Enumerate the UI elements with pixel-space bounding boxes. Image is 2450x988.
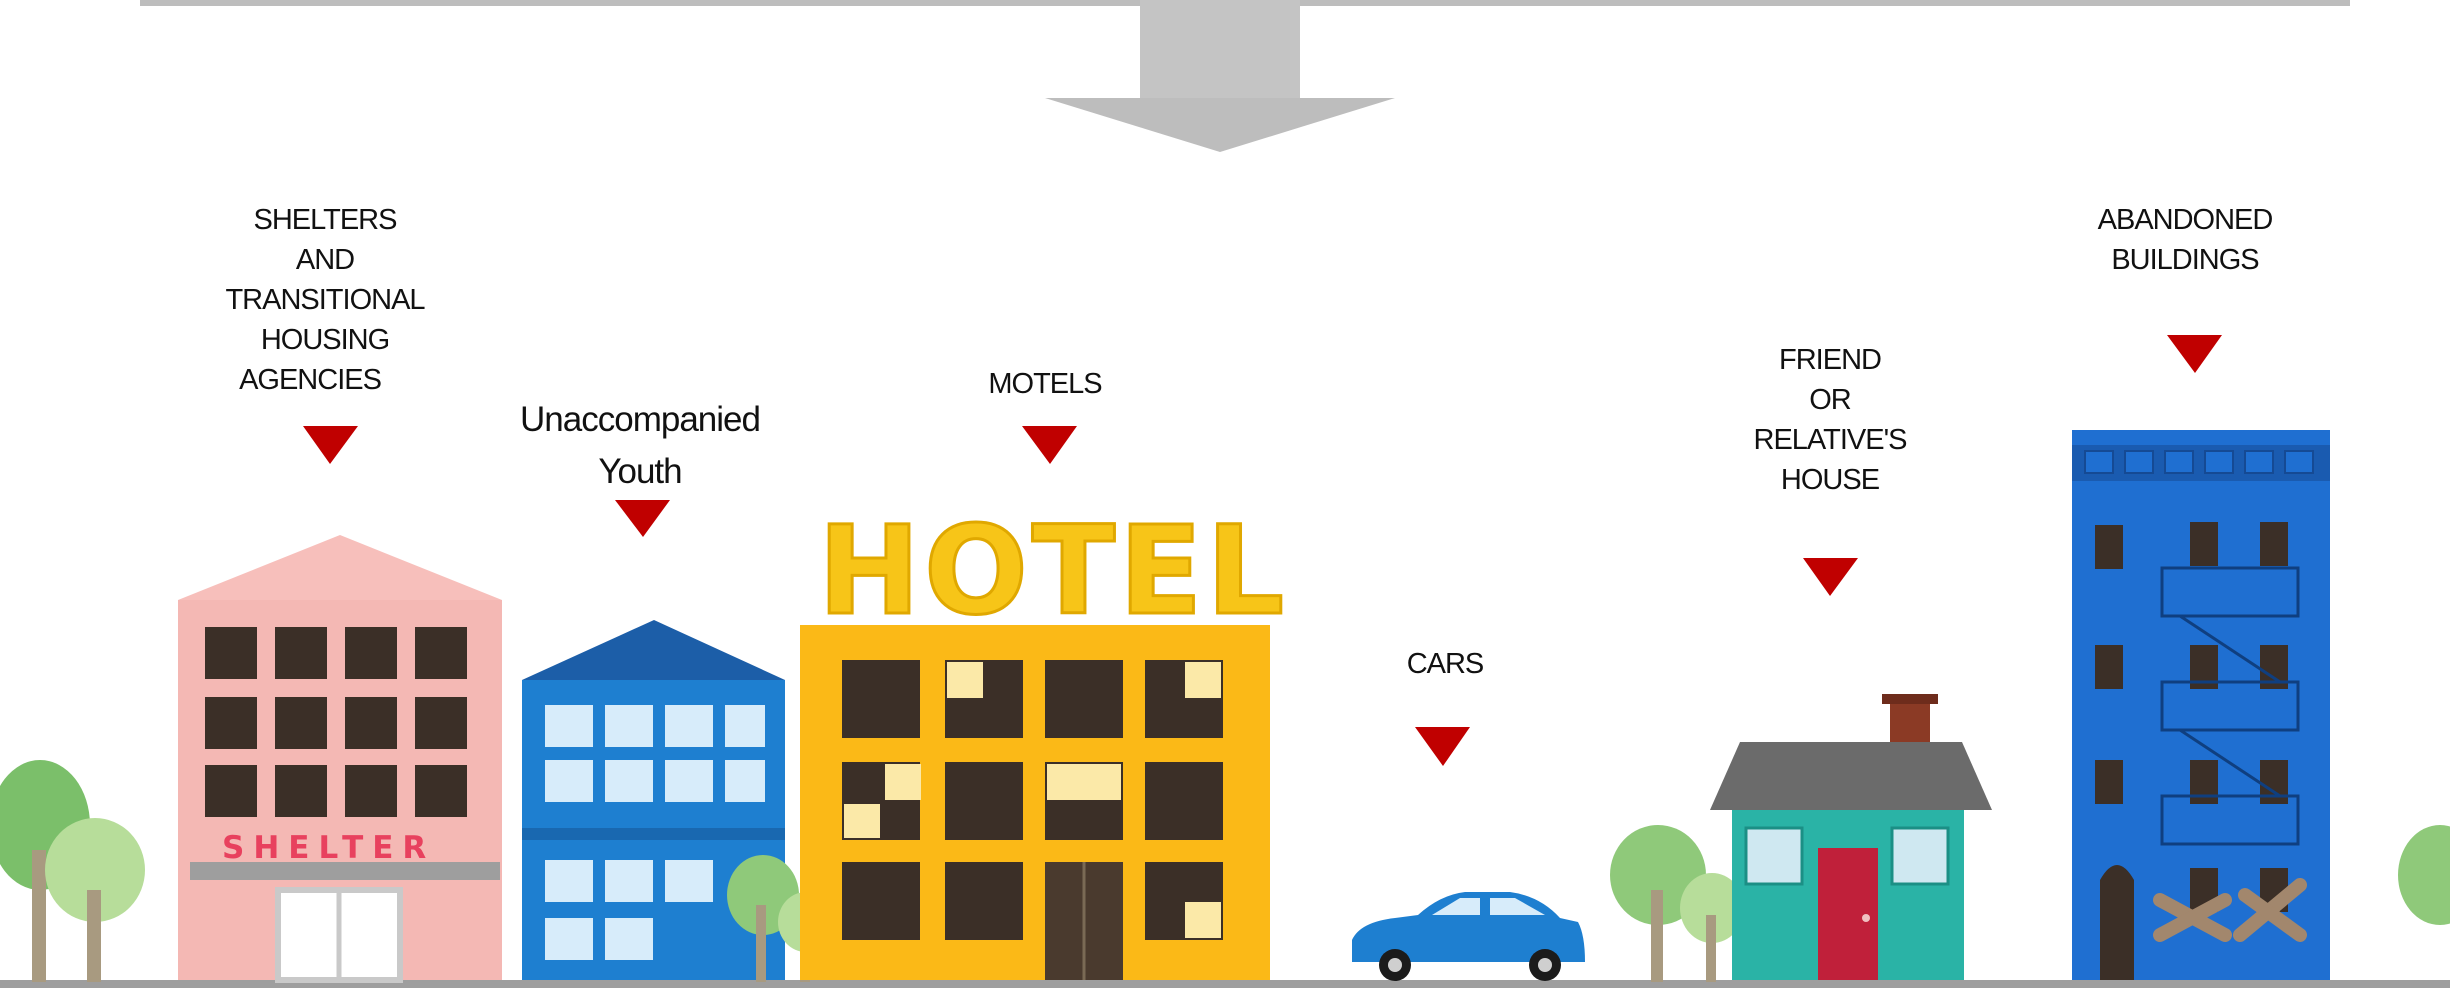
marker-friend xyxy=(1803,558,1858,596)
homeless-locations-scene: HOTEL SHELTER SHELTERS AND TRANSITIONAL … xyxy=(0,0,2450,988)
abandoned-building xyxy=(2072,430,2330,980)
hotel-building xyxy=(800,625,1270,980)
label-friend: FRIEND OR RELATIVE'S HOUSE xyxy=(1753,344,1908,496)
marker-youth xyxy=(615,500,670,537)
label-abandoned: ABANDONED BUILDINGS xyxy=(2097,204,2274,276)
label-youth: Unaccompanied Youth xyxy=(520,400,761,491)
shelter-building xyxy=(178,535,502,983)
down-arrow xyxy=(1045,0,1395,152)
label-motels: MOTELS xyxy=(988,368,1102,400)
car xyxy=(1352,892,1585,981)
left-trees xyxy=(0,760,145,982)
marker-shelters xyxy=(303,426,358,464)
marker-abandoned xyxy=(2167,335,2222,373)
label-cars: CARS xyxy=(1406,648,1485,680)
right-tree xyxy=(2398,825,2450,925)
marker-cars xyxy=(1415,727,1470,766)
house-trees xyxy=(1610,825,1744,982)
hotel-sign: HOTEL xyxy=(816,499,1289,644)
marker-motels xyxy=(1022,426,1077,464)
friend-house xyxy=(1710,694,1992,980)
label-shelters: SHELTERS AND TRANSITIONAL HOUSING AGENCI… xyxy=(225,204,425,396)
shelter-sign: SHELTER xyxy=(222,830,436,866)
